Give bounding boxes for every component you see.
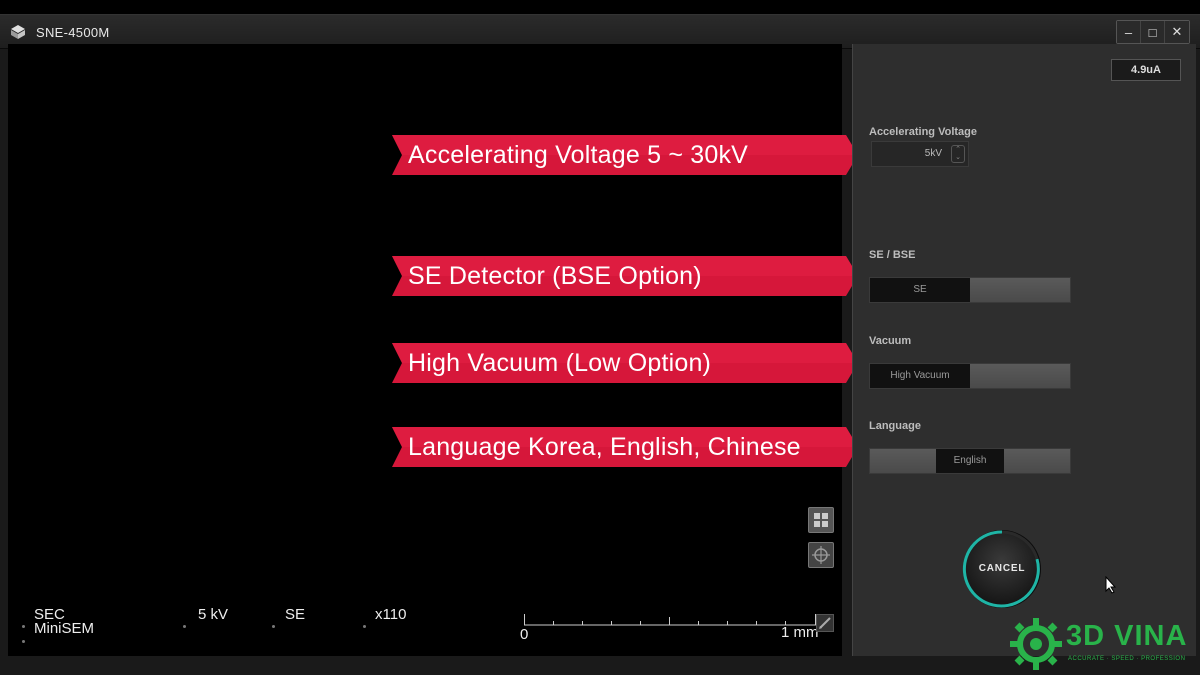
status-dot-icon <box>22 625 25 628</box>
close-button[interactable]: ✕ <box>1165 21 1189 43</box>
banner-text: High Vacuum (Low Option) <box>408 349 712 377</box>
accelerating-voltage-label: Accelerating Voltage <box>869 126 977 138</box>
vacuum-option-high[interactable]: High Vacuum <box>870 364 970 388</box>
emission-current-display: 4.9uA <box>1111 59 1181 81</box>
status-dot-icon <box>363 625 366 628</box>
crosshair-button[interactable] <box>808 542 834 568</box>
language-option-chinese[interactable] <box>1004 449 1070 473</box>
brand-tagline: ACCURATE · SPEED · PROFESSION <box>1068 656 1186 662</box>
scale-start-label: 0 <box>520 626 529 643</box>
detector-option-bse[interactable] <box>970 278 1070 302</box>
spinner-arrows-icon[interactable]: ⌃ ⌄ <box>951 145 965 163</box>
status-dot-icon <box>272 625 275 628</box>
status-detector: SE <box>285 606 306 623</box>
window-controls: – □ ✕ <box>1116 20 1190 44</box>
language-toggle: English <box>869 448 1071 474</box>
brand-watermark: 3D VINA ACCURATE · SPEED · PROFESSION <box>1006 614 1200 674</box>
gear-logo-icon <box>1010 618 1062 670</box>
detector-option-se[interactable]: SE <box>870 278 970 302</box>
mouse-cursor-icon <box>1105 576 1117 594</box>
grid-icon <box>814 513 828 527</box>
app-logo-icon <box>11 25 25 39</box>
vacuum-label: Vacuum <box>869 335 912 347</box>
banner-text: Language Korea, English, Chinese <box>408 433 801 461</box>
image-viewport[interactable]: Accelerating Voltage 5 ~ 30kV SE Detecto… <box>8 44 858 656</box>
banner-text: SE Detector (BSE Option) <box>408 262 702 290</box>
language-label: Language <box>869 420 921 432</box>
language-option-english[interactable]: English <box>936 449 1004 473</box>
edit-scale-button[interactable] <box>816 614 834 632</box>
vacuum-toggle: High Vacuum <box>869 363 1071 389</box>
banner-se-detector: SE Detector (BSE Option) <box>392 256 858 296</box>
vacuum-option-low[interactable] <box>970 364 1070 388</box>
brand-name: 3D VINA <box>1066 620 1188 652</box>
status-magnification: x110 <box>375 606 407 623</box>
maximize-button[interactable]: □ <box>1141 21 1165 43</box>
control-panel: 4.9uA Accelerating Voltage 5kV ⌃ ⌄ SE / B… <box>852 44 1196 656</box>
cancel-button[interactable]: CANCEL <box>961 528 1043 610</box>
banner-text: Accelerating Voltage 5 ~ 30kV <box>408 141 749 169</box>
crosshair-icon <box>812 546 830 564</box>
scale-bar <box>524 614 816 626</box>
status-voltage: 5 kV <box>198 606 229 623</box>
status-model: MiniSEM <box>34 620 95 637</box>
status-dot-icon <box>22 640 25 643</box>
pencil-icon <box>819 617 831 629</box>
banner-accelerating-voltage: Accelerating Voltage 5 ~ 30kV <box>392 135 858 175</box>
detector-toggle: SE <box>869 277 1071 303</box>
language-option-korean[interactable] <box>870 449 936 473</box>
accelerating-voltage-spinner[interactable]: 5kV ⌃ ⌄ <box>871 141 969 167</box>
window-title: SNE-4500M <box>36 25 110 40</box>
banner-high-vacuum: High Vacuum (Low Option) <box>392 343 858 383</box>
cancel-label: CANCEL <box>978 563 1026 574</box>
scale-end-label: 1 mm <box>781 624 819 641</box>
minimize-button[interactable]: – <box>1117 21 1141 43</box>
detector-label: SE / BSE <box>869 249 916 261</box>
status-dot-icon <box>183 625 186 628</box>
voltage-value: 5kV <box>924 148 942 159</box>
grid-view-button[interactable] <box>808 507 834 533</box>
banner-language: Language Korea, English, Chinese <box>392 427 858 467</box>
